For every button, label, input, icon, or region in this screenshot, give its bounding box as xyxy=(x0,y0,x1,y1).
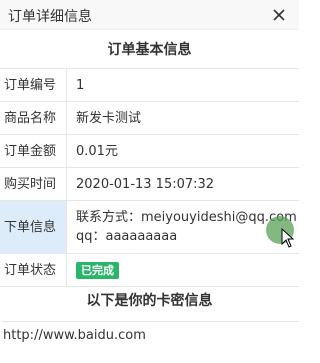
close-icon[interactable] xyxy=(269,3,289,25)
row-label: 下单信息 xyxy=(0,201,67,253)
row-value: 新发卡测试 xyxy=(76,111,142,126)
row-label: 商品名称 xyxy=(0,102,67,134)
table-row-status: 订单状态 已完成 xyxy=(0,254,299,287)
table-row-product-name: 商品名称 新发卡测试 xyxy=(0,102,299,135)
row-value: 已完成 xyxy=(76,254,299,286)
table-row-amount: 订单金额 0.01元 xyxy=(0,135,299,168)
row-value: 0.01元 xyxy=(76,144,118,159)
row-value: 1 xyxy=(76,78,85,93)
card-info-text: http://www.baidu.com xyxy=(3,321,299,343)
table-row-purchase-time: 购买时间 2020-01-13 15:07:32 xyxy=(0,168,299,201)
row-label: 订单状态 xyxy=(0,254,67,286)
row-label: 购买时间 xyxy=(0,168,67,200)
close-icon-glyph xyxy=(273,9,285,21)
table-row-order-contact: 下单信息 联系方式：meiyouyideshi@qq.com qq：aaaaaa… xyxy=(0,201,299,254)
contact-line: 联系方式：meiyouyideshi@qq.com xyxy=(76,210,297,225)
row-label: 订单编号 xyxy=(0,69,67,101)
dialog-title: 订单详细信息 xyxy=(8,9,92,25)
table-row-order-id: 订单编号 1 xyxy=(0,69,299,102)
order-info-table: 订单编号 1 商品名称 新发卡测试 订单金额 0.01元 购买时间 2020-0… xyxy=(0,68,299,287)
dialog-header: 订单详细信息 xyxy=(0,0,299,30)
status-badge: 已完成 xyxy=(76,262,119,279)
section-title-basic: 订单基本信息 xyxy=(107,42,192,58)
section-title-card-info: 以下是你的卡密信息 xyxy=(86,293,213,309)
row-label: 订单金额 xyxy=(0,135,67,167)
mouse-pointer-icon xyxy=(281,228,295,248)
row-value: 2020-01-13 15:07:32 xyxy=(76,177,215,192)
